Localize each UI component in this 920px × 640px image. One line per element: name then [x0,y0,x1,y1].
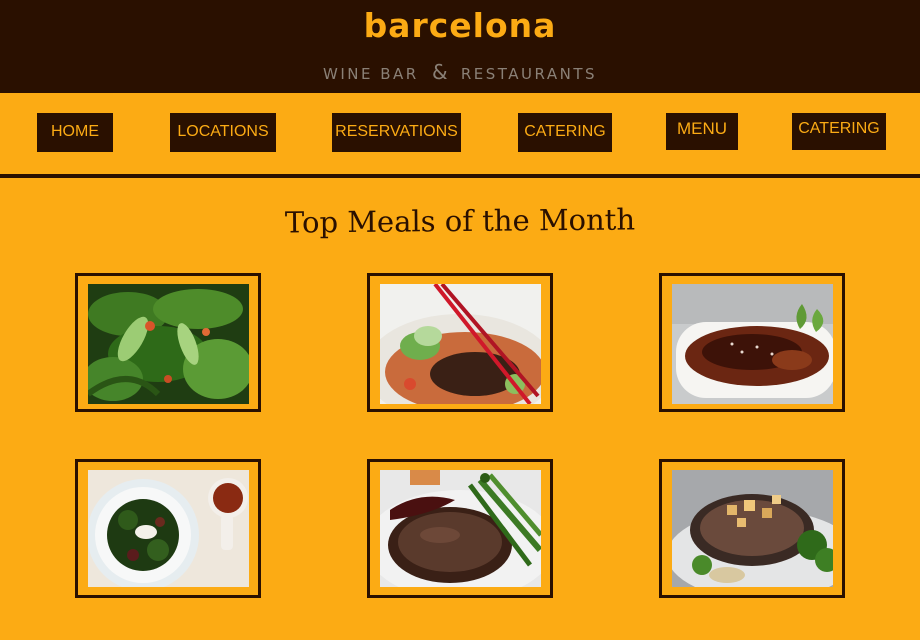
steak-asparagus-photo [380,470,541,587]
nav-catering-2[interactable]: CATERING [792,113,886,150]
page-title: Top Meals of the Month [284,202,636,240]
nav-catering[interactable]: CATERING [518,113,612,152]
meal-card-6[interactable] [659,459,845,598]
tagline-restaurants: RESTAURANTS [460,65,597,83]
ramen-bowl-photo [380,284,541,404]
meal-card-2[interactable] [367,273,553,412]
nav-reservations[interactable]: RESERVATIONS [332,113,461,152]
nav-home[interactable]: HOME [37,113,113,152]
brand-tagline: WINE BAR & RESTAURANTS [0,60,920,84]
site-header: barcelona WINE BAR & RESTAURANTS [0,0,920,93]
meal-card-4[interactable] [75,459,261,598]
meal-card-1[interactable] [75,273,261,412]
tagline-wine-bar: WINE BAR [322,65,419,83]
tagline-ampersand: & [431,60,448,84]
creme-brulee-photo [672,284,833,404]
green-salad-photo [88,284,249,404]
meal-card-5[interactable] [367,459,553,598]
brand-logo[interactable]: barcelona [0,6,920,45]
spinach-plate-photo [88,470,249,587]
pork-chop-photo [672,470,833,587]
meal-card-3[interactable] [659,273,845,412]
nav-divider [0,174,920,178]
nav-menu[interactable]: MENU [666,113,738,150]
nav-locations[interactable]: LOCATIONS [170,113,276,152]
